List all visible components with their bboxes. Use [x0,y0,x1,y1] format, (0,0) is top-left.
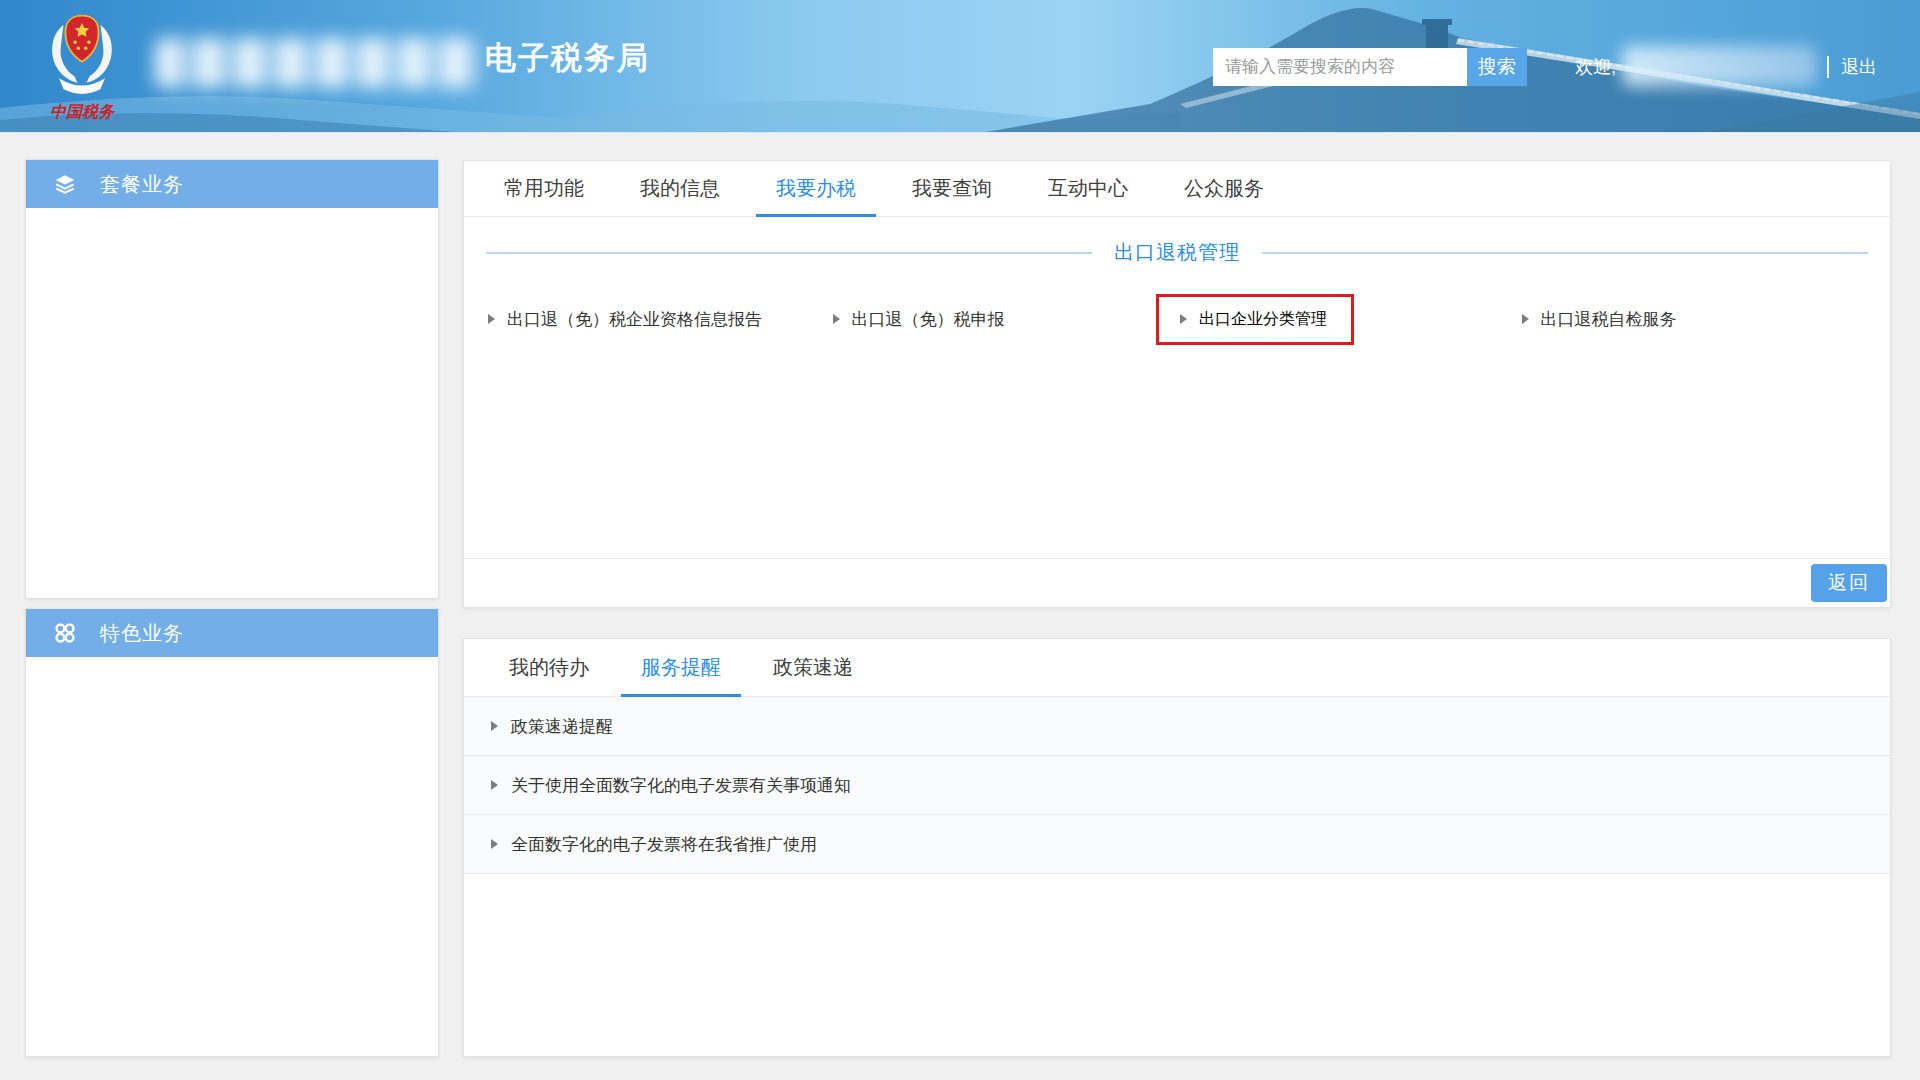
triangle-icon [491,839,498,849]
logo-caption: 中国税务 [36,102,128,123]
sidebar-header-package[interactable]: 套餐业务 [26,160,438,208]
tab-service-reminder[interactable]: 服务提醒 [641,639,721,696]
sidebar-panel-package: 套餐业务 [25,159,439,599]
triangle-icon [1522,314,1529,324]
triangle-icon [491,721,498,731]
notice-list: 政策速递提醒 关于使用全面数字化的电子发票有关事项通知 全面数字化的电子发票将在… [464,697,1890,874]
triangle-icon [833,314,840,324]
triangle-icon [488,314,495,324]
search-button[interactable]: 搜索 [1467,48,1527,86]
sidebar-header-label: 特色业务 [100,620,184,647]
triangle-icon [491,780,498,790]
layers-icon [54,173,76,195]
tab-public-service[interactable]: 公众服务 [1184,161,1264,216]
sidebar-header-featured[interactable]: 特色业务 [26,609,438,657]
tab-common-functions[interactable]: 常用功能 [504,161,584,216]
tab-my-todo[interactable]: 我的待办 [509,639,589,696]
section-title: 出口退税管理 [1114,239,1240,266]
tab-my-info[interactable]: 我的信息 [640,161,720,216]
welcome-label: 欢迎, [1575,55,1616,79]
notice-item[interactable]: 政策速递提醒 [464,697,1890,756]
heading-line-left [486,252,1092,254]
section-heading: 出口退税管理 [486,239,1868,266]
site-title: 电子税务局 [485,37,650,79]
modules-icon [54,622,76,644]
link-export-tax-declaration[interactable]: 出口退（免）税申报 [833,308,1178,331]
logout-link[interactable]: 退出 [1841,55,1877,79]
workspace-card: 常用功能 我的信息 我要办税 我要查询 互动中心 公众服务 出口退税管理 出口退… [463,160,1891,608]
tab-policy-express[interactable]: 政策速递 [773,639,853,696]
tab-interaction-center[interactable]: 互动中心 [1048,161,1128,216]
search-input[interactable] [1213,48,1467,86]
tab-my-query[interactable]: 我要查询 [912,161,992,216]
notices-card: 我的待办 服务提醒 政策速递 政策速递提醒 关于使用全面数字化的电子发票有关事项… [463,638,1891,1057]
header-divider [1827,56,1829,78]
triangle-icon [1180,314,1187,324]
organization-name-blurred [155,38,480,88]
heading-line-right [1262,252,1868,254]
sidebar-header-label: 套餐业务 [100,171,184,198]
tab-tax-handling[interactable]: 我要办税 [776,161,856,216]
link-export-enterprise-classification-highlighted[interactable]: 出口企业分类管理 [1156,294,1354,345]
sidebar-panel-featured: 特色业务 [25,608,439,1057]
workspace-tabs: 常用功能 我的信息 我要办税 我要查询 互动中心 公众服务 [464,161,1890,217]
notice-item[interactable]: 全面数字化的电子发票将在我省推广使用 [464,815,1890,874]
card-footer: 返回 [464,558,1890,607]
notice-item[interactable]: 关于使用全面数字化的电子发票有关事项通知 [464,756,1890,815]
back-button[interactable]: 返回 [1811,564,1887,602]
user-name-blurred [1622,46,1817,86]
function-links: 出口退（免）税企业资格信息报告 出口退（免）税申报 出口企业分类管理 出口退税自… [488,293,1866,345]
tax-emblem-logo [43,12,121,104]
site-header: 中国税务 电子税务局 搜索 欢迎, 退出 [0,0,1920,133]
link-export-tax-qualification-report[interactable]: 出口退（免）税企业资格信息报告 [488,308,833,331]
link-export-tax-self-check[interactable]: 出口退税自检服务 [1522,308,1867,331]
notice-tabs: 我的待办 服务提醒 政策速递 [464,639,1890,697]
